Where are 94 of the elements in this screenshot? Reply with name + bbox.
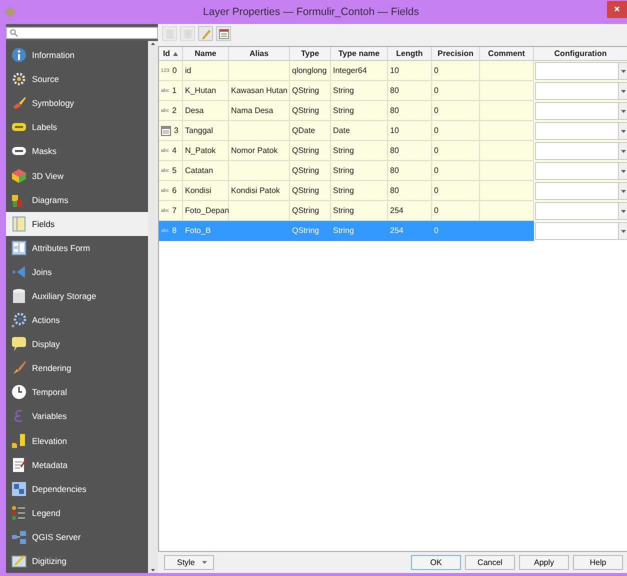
dialog-button[interactable]: OK: [411, 555, 461, 570]
cube-icon: [11, 168, 27, 184]
info-icon: [11, 47, 27, 64]
sidebar-item[interactable]: Diagrams: [6, 188, 148, 212]
configuration-dropdown[interactable]: [535, 222, 627, 240]
sidebar-item[interactable]: Joins: [6, 260, 148, 284]
pencil-icon: [200, 28, 212, 40]
sidebar-item[interactable]: Labels: [6, 115, 148, 140]
caret-icon: [202, 561, 207, 564]
dialog-button[interactable]: Cancel: [465, 555, 515, 570]
sidebar-item[interactable]: Display: [6, 332, 148, 356]
caret-icon: [620, 190, 626, 192]
caret-icon: [620, 90, 626, 92]
toolbar-button[interactable]: [216, 26, 231, 41]
close-icon: [614, 6, 620, 12]
sidebar-item[interactable]: 3D View: [6, 163, 148, 188]
dialog-button[interactable]: Help: [573, 555, 623, 570]
sidebar-item[interactable]: QGIS Server: [6, 524, 148, 549]
legend-icon: [11, 504, 27, 521]
sidebar-item[interactable]: Symbology: [6, 91, 148, 116]
sidebar-item[interactable]: Auxiliary Storage: [6, 284, 148, 308]
document-icon: [11, 456, 27, 473]
table-cell: 4: [172, 146, 177, 155]
gear-icon: [11, 312, 27, 328]
scrollbar[interactable]: [148, 41, 158, 574]
sidebar-item[interactable]: Temporal: [6, 380, 148, 404]
configuration-dropdown[interactable]: [535, 102, 627, 120]
database-icon: [11, 288, 27, 304]
sidebar-item[interactable]: Source: [6, 67, 148, 92]
sidebar-item[interactable]: Actions: [6, 308, 148, 332]
table-cell: 0: [172, 66, 177, 75]
table-cell: 2: [172, 106, 177, 115]
clock-icon: [11, 384, 27, 400]
caret-icon: [620, 210, 626, 212]
caret-icon: [620, 150, 626, 152]
table-cell: 254: [388, 221, 432, 241]
configuration-dropdown[interactable]: [535, 162, 627, 180]
configuration-dropdown[interactable]: [535, 82, 627, 100]
sidebar-item[interactable]: Legend: [6, 500, 148, 525]
scroll-up-icon[interactable]: [150, 41, 156, 47]
sidebar-item[interactable]: Dependencies: [6, 476, 148, 501]
scroll-down-icon[interactable]: [150, 567, 156, 574]
caret-icon: [620, 170, 626, 172]
table-cell: Foto_B: [183, 221, 229, 241]
dialog-button[interactable]: Apply: [519, 555, 569, 570]
close-button[interactable]: [607, 0, 627, 18]
sidebar-item[interactable]: Digitizing: [6, 548, 148, 574]
caret-icon: [620, 110, 626, 112]
sidebar-item[interactable]: Information: [6, 43, 148, 68]
configuration-dropdown[interactable]: [535, 122, 627, 140]
map-pencil-icon: [11, 553, 27, 570]
table-icon: [11, 216, 27, 232]
table-cell: 8: [172, 226, 177, 235]
table-cell: String: [331, 221, 388, 241]
configuration-dropdown[interactable]: [535, 202, 627, 220]
sidebar-item[interactable]: Metadata: [6, 452, 148, 477]
table-cell: 1: [172, 86, 177, 95]
style-dropdown[interactable]: Style: [164, 555, 214, 570]
form-icon: [11, 240, 27, 256]
gear-icon: [11, 71, 27, 88]
sidebar-item[interactable]: Fields: [6, 212, 148, 236]
table-row[interactable]: 3 Tanggal QDate Date 10 0: [159, 121, 627, 141]
brush-icon: [11, 95, 27, 112]
brush-icon: [11, 360, 27, 376]
table-cell: 6: [172, 186, 177, 195]
delete-field-icon: [182, 28, 194, 40]
sidebar-item[interactable]: Masks: [6, 139, 148, 164]
calculator-icon: [218, 28, 230, 40]
sidebar-item[interactable]: Rendering: [6, 356, 148, 380]
caret-icon: [620, 130, 626, 132]
search-field[interactable]: [6, 27, 158, 39]
table-cell: 7: [172, 206, 177, 215]
dependency-icon: [11, 480, 27, 497]
join-icon: [11, 264, 27, 280]
app-icon: [5, 7, 15, 17]
table-cell: 0: [432, 221, 480, 241]
table-cell: QString: [290, 221, 331, 241]
calendar-icon: [161, 126, 171, 136]
table-cell: 3: [174, 126, 178, 135]
toolbar-button[interactable]: [198, 26, 213, 41]
configuration-dropdown[interactable]: [535, 62, 627, 80]
sidebar-item[interactable]: Elevation: [6, 428, 148, 453]
configuration-dropdown[interactable]: [535, 182, 627, 200]
server-icon: [11, 528, 27, 545]
elevation-icon: [11, 432, 27, 449]
speech-bubble-icon: [11, 336, 27, 352]
caret-icon: [620, 70, 626, 72]
configuration-dropdown[interactable]: [535, 142, 627, 160]
window-title: Layer Properties — Formulir_Contoh — Fields: [202, 6, 420, 18]
table-cell: 5: [172, 166, 177, 175]
caret-icon: [620, 230, 626, 232]
sidebar-item[interactable]: Variables: [6, 404, 148, 428]
search-icon: [10, 29, 18, 37]
sidebar-item[interactable]: Attributes Form: [6, 236, 148, 260]
